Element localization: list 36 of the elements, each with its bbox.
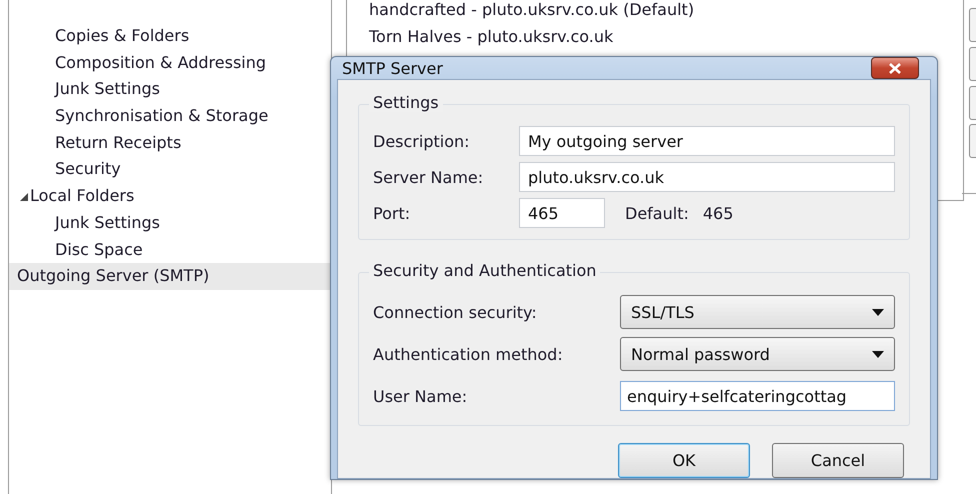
close-icon [887, 62, 903, 74]
dropdown-caret-icon [872, 308, 884, 316]
tree-item[interactable]: Copies & Folders [9, 23, 331, 50]
default-label: Default: [625, 204, 689, 222]
field-label: Connection security: [373, 302, 538, 322]
field-label: Port: [373, 204, 412, 222]
authentication-method-dropdown[interactable]: Normal password [620, 337, 895, 371]
user-name-field[interactable]: enquiry+selfcateringcottag [620, 381, 895, 411]
tree-item[interactable]: Disc Space [9, 236, 331, 264]
dropdown-caret-icon [872, 350, 884, 358]
server-list-item[interactable]: Torn Halves - pluto.uksrv.co.uk [347, 23, 963, 50]
tree-item[interactable]: Junk Settings [9, 210, 331, 236]
server-list-item[interactable]: handcrafted - pluto.uksrv.co.uk (Default) [347, 0, 963, 23]
field-label: Server Name: [373, 168, 484, 186]
field-label: Description: [373, 132, 471, 150]
tree-item[interactable]: Composition & Addressing [9, 50, 331, 76]
default-port-value: 465 [702, 204, 734, 222]
group-title: Security and Authentication [369, 261, 600, 280]
tree-item[interactable]: Outgoing Server (SMTP) [9, 263, 331, 290]
tree-item[interactable]: Junk Settings [9, 76, 331, 104]
close-button[interactable] [871, 57, 919, 79]
field-label: Authentication method: [373, 344, 564, 364]
port-field[interactable]: 465 [519, 198, 605, 228]
description-field[interactable]: My outgoing server [519, 126, 895, 156]
group-title: Settings [369, 93, 443, 112]
cancel-button[interactable]: Cancel [772, 443, 904, 478]
server-name-field[interactable]: pluto.uksrv.co.uk [519, 162, 895, 192]
ok-button[interactable]: OK [618, 443, 750, 478]
field-label: User Name: [373, 386, 468, 406]
dialog-title: SMTP Server [342, 58, 443, 78]
tree-item[interactable]: Synchronisation & Storage [9, 103, 331, 130]
tree-item[interactable]: Return Receipts [9, 130, 331, 156]
connection-security-dropdown[interactable]: SSL/TLS [620, 295, 895, 329]
expanded-triangle-icon[interactable] [19, 192, 28, 201]
tree-item[interactable]: Security [9, 156, 331, 184]
tree-item[interactable]: Local Folders [9, 183, 331, 210]
